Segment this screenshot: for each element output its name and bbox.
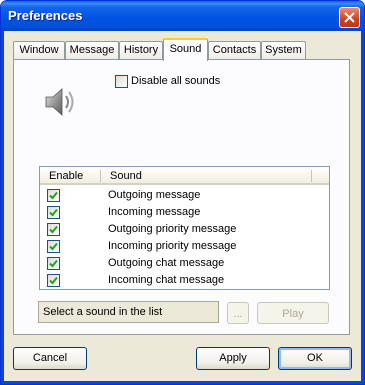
enable-checkbox[interactable] <box>47 240 60 253</box>
checkmark-icon <box>49 191 58 200</box>
list-item[interactable]: Outgoing chat message <box>40 255 329 272</box>
preferences-dialog: Preferences Window Message History Sound… <box>0 0 365 385</box>
list-header: Enable Sound <box>40 167 329 185</box>
checkmark-icon <box>49 225 58 234</box>
column-divider[interactable] <box>311 170 312 182</box>
sound-name: Incoming chat message <box>108 274 225 286</box>
window-frame-bottom <box>1 381 364 384</box>
list-item[interactable]: Incoming chat message <box>40 272 329 289</box>
tab-contacts[interactable]: Contacts <box>208 41 261 60</box>
speaker-icon <box>45 88 74 116</box>
column-header-sound[interactable]: Sound <box>110 170 142 182</box>
close-icon <box>344 12 355 23</box>
column-header-enable[interactable]: Enable <box>49 170 83 182</box>
sound-list[interactable]: Enable Sound Outgoing message Incoming m… <box>39 166 330 290</box>
tab-system[interactable]: System <box>261 41 306 60</box>
column-divider[interactable] <box>100 170 101 182</box>
enable-checkbox[interactable] <box>47 257 60 270</box>
title-bar[interactable]: Preferences <box>1 1 364 31</box>
play-button[interactable]: Play <box>257 302 329 324</box>
browse-button[interactable]: ... <box>227 302 249 324</box>
checkmark-icon <box>49 208 58 217</box>
window-frame-right <box>361 31 364 383</box>
list-item[interactable]: Outgoing message <box>40 187 329 204</box>
tab-window[interactable]: Window <box>13 41 65 60</box>
sound-name: Outgoing chat message <box>108 257 225 269</box>
enable-checkbox[interactable] <box>47 206 60 219</box>
cancel-button[interactable]: Cancel <box>13 347 87 370</box>
window-title: Preferences <box>8 8 83 23</box>
sound-name: Outgoing message <box>108 189 201 201</box>
checkmark-icon <box>49 276 58 285</box>
sound-name: Outgoing priority message <box>108 223 237 235</box>
enable-checkbox[interactable] <box>47 189 60 202</box>
enable-checkbox[interactable] <box>47 223 60 236</box>
tab-sound[interactable]: Sound <box>163 38 208 61</box>
list-item[interactable]: Incoming message <box>40 204 329 221</box>
tab-message[interactable]: Message <box>65 41 119 60</box>
tab-history[interactable]: History <box>119 41 163 60</box>
disable-all-sounds-label: Disable all sounds <box>131 75 221 87</box>
close-button[interactable] <box>339 7 360 28</box>
checkmark-icon <box>49 242 58 251</box>
disable-all-sounds-checkbox[interactable] <box>115 75 128 88</box>
ok-button[interactable]: OK <box>278 347 352 370</box>
checkmark-icon <box>49 259 58 268</box>
sound-name: Incoming message <box>108 206 201 218</box>
list-item[interactable]: Incoming priority message <box>40 238 329 255</box>
window-frame-left <box>1 31 4 383</box>
sound-file-field: Select a sound in the list <box>38 301 219 323</box>
sound-name: Incoming priority message <box>108 240 237 252</box>
list-item[interactable]: Outgoing priority message <box>40 221 329 238</box>
enable-checkbox[interactable] <box>47 274 60 287</box>
apply-button[interactable]: Apply <box>196 347 270 370</box>
